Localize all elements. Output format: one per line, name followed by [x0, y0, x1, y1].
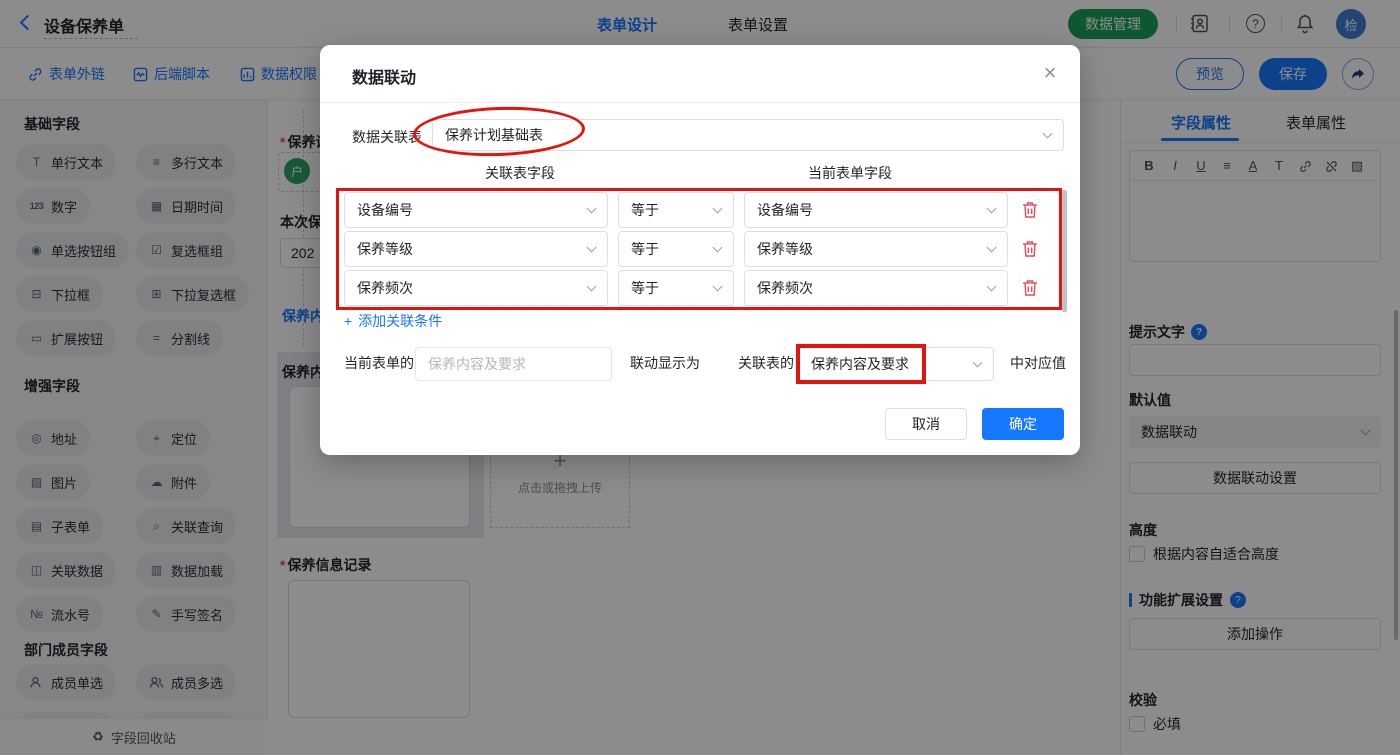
close-icon[interactable]: × — [1036, 59, 1064, 87]
column-header-right: 当前表单字段 — [750, 163, 950, 183]
linkage-display-text: 联动显示为 — [630, 353, 700, 373]
corresponding-value-suffix: 中对应值 — [1010, 353, 1066, 373]
chevron-down-icon — [973, 358, 983, 368]
column-header-left: 关联表字段 — [420, 163, 620, 183]
relation-table-prefix: 关联表的 — [738, 353, 794, 373]
modal-scrollbar[interactable] — [1062, 190, 1067, 312]
confirm-button[interactable]: 确定 — [982, 408, 1064, 440]
relation-table-label: 数据关联表 — [352, 127, 422, 147]
annotation-rect-display-field — [796, 344, 926, 384]
cancel-button[interactable]: 取消 — [885, 408, 967, 440]
divider — [320, 102, 1080, 103]
current-form-field-input[interactable]: 保养内容及要求 — [415, 347, 612, 381]
add-condition-link[interactable]: + 添加关联条件 — [344, 311, 442, 331]
plus-icon: + — [344, 313, 352, 329]
annotation-rect-conditions — [336, 188, 1062, 310]
app-root: 设备保养单 表单设计 表单设置 数据管理 ? 检 表单外链 后端脚本 数据权限 … — [0, 0, 1400, 755]
chevron-down-icon — [1043, 129, 1053, 139]
modal-title: 数据联动 — [352, 64, 416, 88]
current-form-prefix: 当前表单的 — [344, 353, 414, 373]
